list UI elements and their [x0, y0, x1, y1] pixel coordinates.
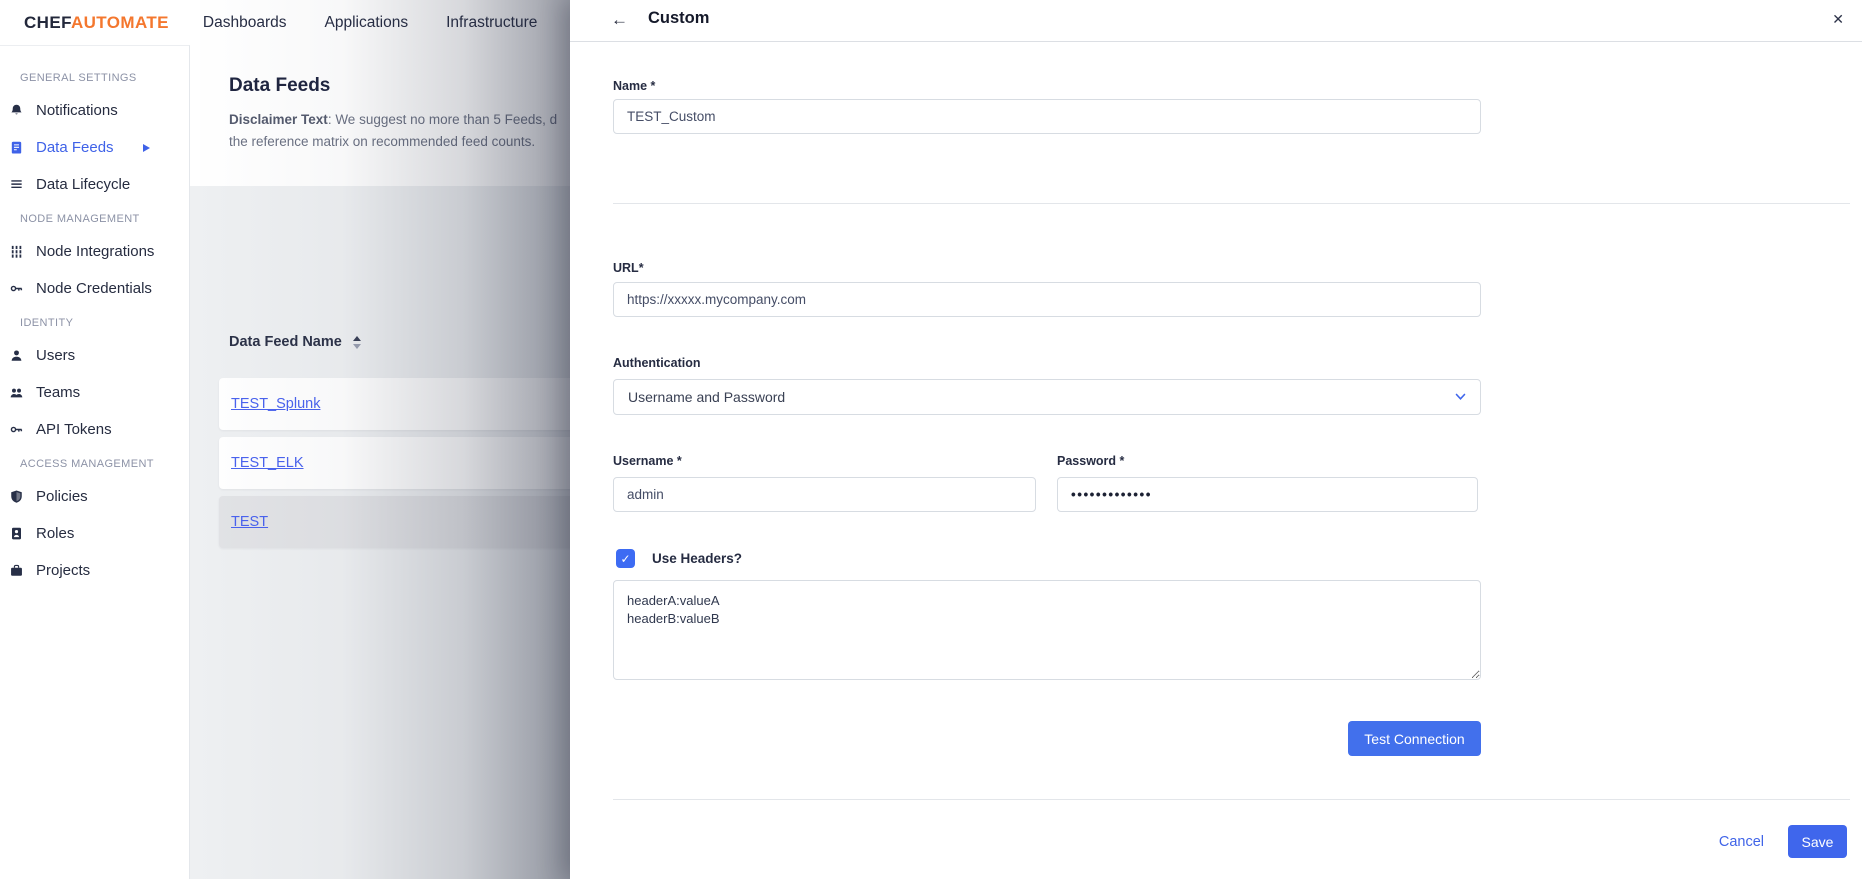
nav-infrastructure[interactable]: Infrastructure — [446, 14, 537, 32]
key-icon — [9, 281, 24, 296]
sidebar-item-label: API Tokens — [36, 421, 112, 438]
authentication-select[interactable]: Username and Password — [613, 379, 1481, 415]
back-arrow-icon[interactable]: ← — [611, 8, 628, 32]
briefcase-icon — [9, 563, 24, 578]
sort-arrows-icon[interactable] — [353, 336, 361, 349]
use-headers-label: Use Headers? — [652, 551, 742, 566]
checkbox-checked-icon[interactable]: ✓ — [616, 549, 635, 568]
sidebar-item-label: Data Feeds — [36, 139, 114, 156]
list-lines-icon — [9, 177, 24, 192]
primary-nav: Dashboards Applications Infrastructure — [203, 14, 537, 32]
sidebar-item-label: Policies — [36, 488, 88, 505]
close-icon[interactable]: ✕ — [1832, 11, 1844, 28]
url-label: URL* — [613, 261, 644, 275]
panel-footer: Cancel Save — [1719, 825, 1847, 858]
column-header-label: Data Feed Name — [229, 334, 342, 350]
settings-sidebar: GENERAL SETTINGS Notifications Data Feed… — [0, 45, 190, 879]
bell-icon — [9, 103, 24, 118]
sidebar-section-node-management: NODE MANAGEMENT — [0, 203, 189, 233]
authentication-selected-value: Username and Password — [628, 389, 785, 405]
panel-title: Custom — [648, 9, 709, 28]
cancel-button[interactable]: Cancel — [1719, 834, 1764, 850]
sidebar-item-label: Teams — [36, 384, 80, 401]
feed-link-test-elk[interactable]: TEST_ELK — [231, 455, 304, 471]
sidebar-item-label: Roles — [36, 525, 74, 542]
sidebar-item-teams[interactable]: Teams — [0, 374, 189, 411]
chef-automate-logo[interactable]: CHEFAUTOMATE — [24, 13, 169, 33]
feed-link-test[interactable]: TEST — [231, 514, 268, 530]
nav-dashboards[interactable]: Dashboards — [203, 14, 287, 32]
sidebar-item-label: Projects — [36, 562, 90, 579]
sidebar-section-identity: IDENTITY — [0, 307, 189, 337]
user-icon — [9, 348, 24, 363]
disclaimer-label: Disclaimer Text — [229, 112, 328, 127]
test-connection-button[interactable]: Test Connection — [1348, 721, 1481, 756]
sidebar-item-users[interactable]: Users — [0, 337, 189, 374]
disclaimer-line1: : We suggest no more than 5 Feeds, d — [328, 112, 557, 127]
sidebar-item-node-credentials[interactable]: Node Credentials — [0, 270, 189, 307]
grid-dashes-icon — [9, 244, 24, 259]
sidebar-section-access-management: ACCESS MANAGEMENT — [0, 448, 189, 478]
logo-chef: CHEF — [24, 13, 71, 32]
sidebar-item-label: Node Integrations — [36, 243, 154, 260]
name-label: Name * — [613, 79, 655, 93]
authentication-label: Authentication — [613, 356, 701, 370]
username-field[interactable] — [613, 477, 1036, 512]
sidebar-item-data-lifecycle[interactable]: Data Lifecycle — [0, 166, 189, 203]
logo-automate: AUTOMATE — [71, 13, 169, 32]
panel-header: ← Custom ✕ — [570, 0, 1862, 42]
sidebar-item-data-feeds[interactable]: Data Feeds — [0, 129, 189, 166]
section-divider — [613, 203, 1850, 204]
use-headers-checkbox-row[interactable]: ✓ Use Headers? — [616, 549, 742, 568]
password-field[interactable] — [1057, 477, 1478, 512]
users-icon — [9, 385, 24, 400]
url-field[interactable] — [613, 282, 1481, 317]
shield-icon — [9, 489, 24, 504]
custom-data-feed-panel: ← Custom ✕ Name * URL* Authentication Us… — [570, 0, 1862, 879]
username-label: Username * — [613, 454, 682, 468]
feed-link-test-splunk[interactable]: TEST_Splunk — [231, 396, 320, 412]
headers-textarea[interactable]: headerA:valueA headerB:valueB — [613, 580, 1481, 680]
clipboard-icon — [9, 140, 24, 155]
flyout-arrow-icon — [143, 144, 150, 152]
sidebar-item-label: Node Credentials — [36, 280, 152, 297]
chef-automate-app: CHEFAUTOMATE Dashboards Applications Inf… — [0, 0, 1862, 879]
sidebar-item-api-tokens[interactable]: API Tokens — [0, 411, 189, 448]
sidebar-item-label: Data Lifecycle — [36, 176, 130, 193]
key-icon — [9, 422, 24, 437]
password-label: Password * — [1057, 454, 1124, 468]
id-badge-icon — [9, 526, 24, 541]
sidebar-item-notifications[interactable]: Notifications — [0, 92, 189, 129]
footer-divider — [613, 799, 1850, 800]
sidebar-item-roles[interactable]: Roles — [0, 515, 189, 552]
sidebar-item-projects[interactable]: Projects — [0, 552, 189, 589]
nav-applications[interactable]: Applications — [325, 14, 409, 32]
disclaimer-line2: the reference matrix on recommended feed… — [229, 134, 535, 149]
table-column-header: Data Feed Name — [229, 334, 361, 350]
sidebar-item-label: Users — [36, 347, 75, 364]
sidebar-section-general-settings: GENERAL SETTINGS — [0, 62, 189, 92]
sidebar-item-node-integrations[interactable]: Node Integrations — [0, 233, 189, 270]
chevron-down-icon — [1455, 393, 1466, 401]
name-field[interactable] — [613, 99, 1481, 134]
sidebar-item-policies[interactable]: Policies — [0, 478, 189, 515]
sidebar-item-label: Notifications — [36, 102, 118, 119]
save-button[interactable]: Save — [1788, 825, 1847, 858]
